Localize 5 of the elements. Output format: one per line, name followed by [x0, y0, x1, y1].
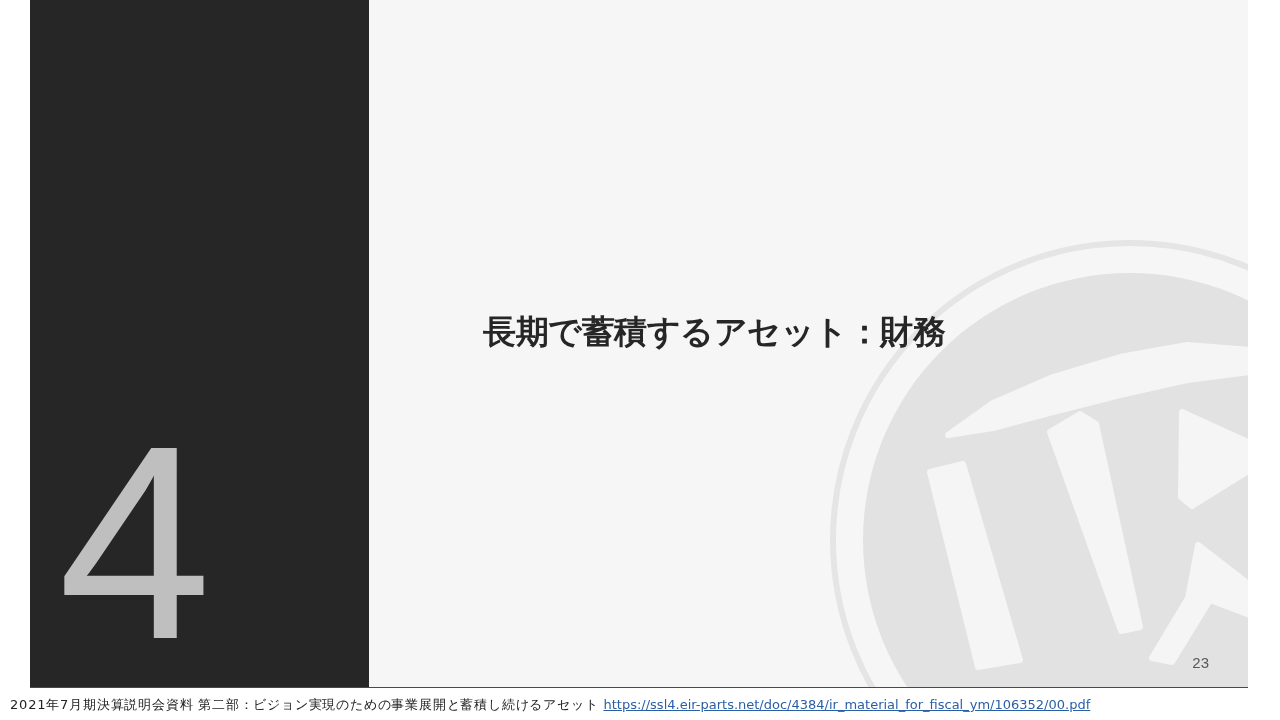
slide-title: 長期で蓄積するアセット：財務 — [483, 312, 945, 352]
source-caption: 2021年7月期決算説明会資料 第二部：ビジョン実現のための事業展開と蓄積し続けるアセット — [10, 696, 599, 714]
source-link[interactable]: https://ssl4.eir-parts.net/doc/4384/ir_material_for_fiscal_ym/106352/00.pdf — [603, 696, 1091, 714]
section-number: 4 — [58, 404, 212, 680]
page-number: 23 — [1192, 654, 1209, 672]
